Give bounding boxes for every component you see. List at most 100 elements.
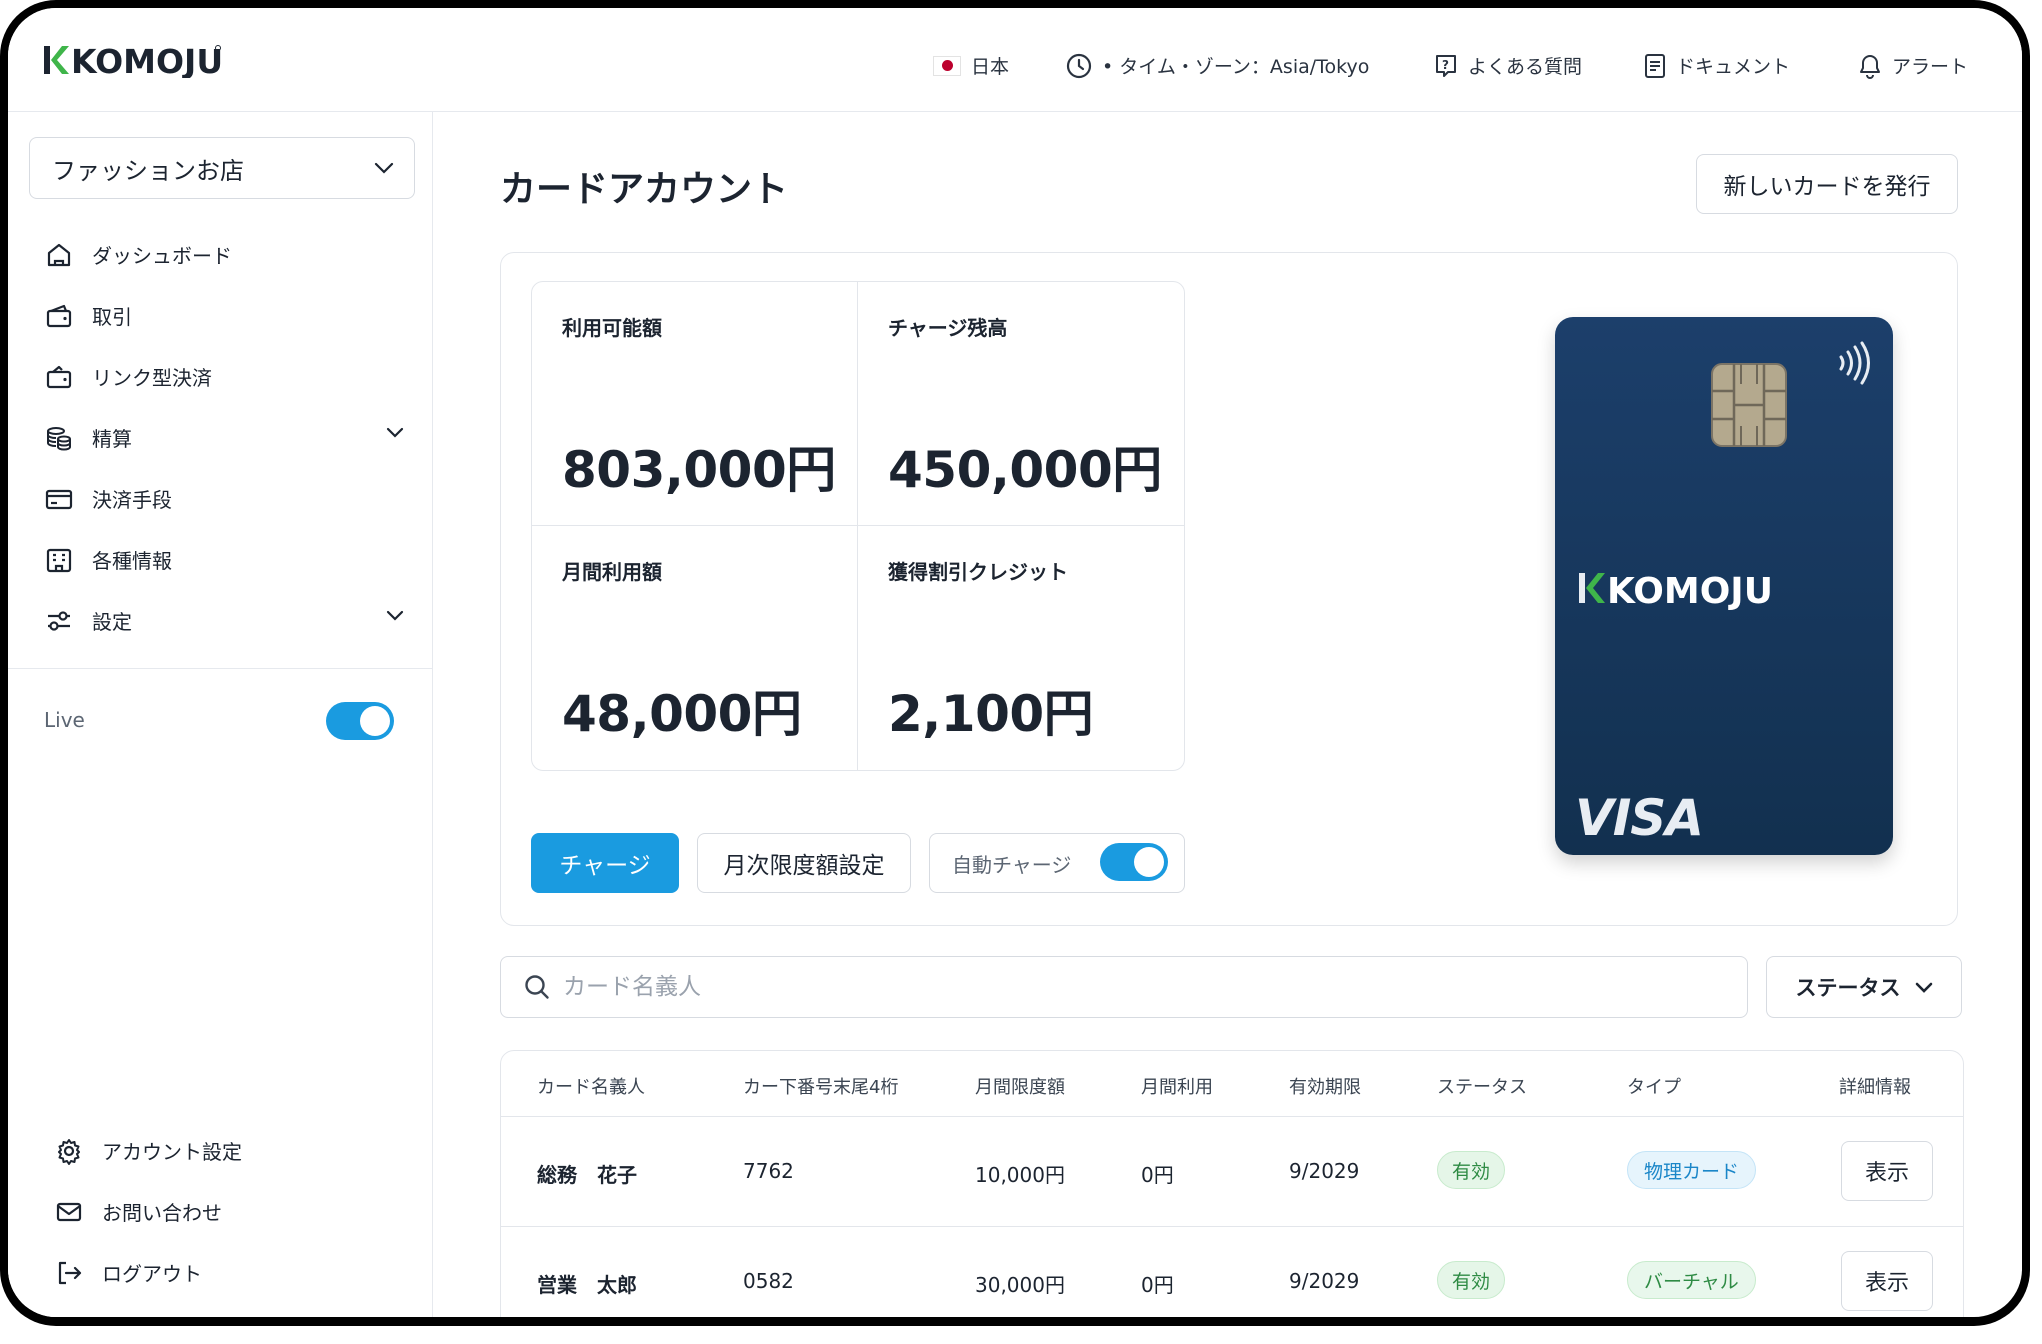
search-input[interactable]	[563, 974, 1663, 1000]
chevron-down-icon	[1915, 982, 1932, 993]
alerts-link[interactable]: アラート	[1858, 52, 1968, 79]
sidebar-item-label: アカウント設定	[102, 1140, 242, 1164]
column-header: 有効期限	[1289, 1077, 1361, 1098]
timezone-selector[interactable]: • タイム・ゾーン：Asia/Tokyo	[1066, 52, 1369, 79]
column-header: タイプ	[1627, 1077, 1681, 1098]
cell-used: 0円	[1141, 1273, 1174, 1297]
column-header: 月間限度額	[975, 1077, 1065, 1098]
faq-link[interactable]: ? よくある質問	[1434, 52, 1582, 79]
search-icon	[525, 975, 549, 999]
show-details-button[interactable]: 表示	[1841, 1251, 1933, 1311]
credit-card-icon	[44, 484, 74, 514]
sidebar-item-label: 決済手段	[92, 488, 172, 512]
sidebar-item-label: ログアウト	[102, 1262, 202, 1286]
sidebar-item-label: 各種情報	[92, 549, 172, 573]
clock-icon	[1066, 53, 1092, 78]
table-row: 総務 花子 7762 10,000円 0円 9/2029 有効 物理カード 表示	[501, 1117, 1963, 1227]
alerts-label: アラート	[1892, 56, 1969, 78]
visa-logo: VISA	[1575, 789, 1704, 847]
faq-label: よくある質問	[1468, 56, 1583, 78]
stat-value: 803,000円	[562, 441, 836, 499]
chevron-down-icon	[386, 427, 404, 438]
logout-icon	[54, 1258, 84, 1288]
stat-value: 48,000円	[562, 685, 802, 743]
live-mode-toggle[interactable]	[326, 702, 394, 740]
issue-card-button[interactable]: 新しいカードを発行	[1696, 154, 1958, 214]
coins-icon	[44, 423, 74, 453]
sidebar-item-settings[interactable]: 設定	[44, 590, 404, 651]
cell-expiry: 9/2029	[1289, 1269, 1360, 1293]
sidebar-nav: ダッシュボード 取引 リンク型決済 精算 決済手段 各種情報 設定	[44, 224, 404, 651]
sidebar-item-label: 精算	[92, 427, 132, 451]
stat-label: 獲得割引クレジット	[888, 560, 1068, 584]
docs-link[interactable]: ドキュメント	[1644, 52, 1790, 79]
sidebar-bottom-nav: アカウント設定 お問い合わせ ログアウト	[54, 1120, 242, 1303]
document-icon	[1645, 53, 1665, 78]
table-header: カード名義人 カー下番号末尾4桁 月間限度額 月間利用 有効期限 ステータス タ…	[501, 1051, 1963, 1117]
card-logo-text: KOMOJU	[1607, 571, 1773, 611]
stat-discount-credit: 獲得割引クレジット 2,100円	[858, 526, 1184, 770]
wallet-icon	[44, 301, 74, 331]
show-details-button[interactable]: 表示	[1841, 1141, 1933, 1201]
cell-cardholder: 総務 花子	[537, 1163, 637, 1187]
docs-label: ドキュメント	[1676, 56, 1791, 78]
main-content: カードアカウント 新しいカードを発行 利用可能額 803,000円 チャージ残高…	[434, 112, 2022, 1317]
country-selector[interactable]: 日本	[933, 52, 1009, 79]
column-header: カード名義人	[537, 1077, 645, 1098]
stat-value: 450,000円	[888, 441, 1162, 499]
column-header: 月間利用	[1141, 1077, 1213, 1098]
top-bar: KOMOJU 日本 • タイム・ゾーン：Asia/Tokyo ? よくある質問 …	[8, 8, 2022, 112]
column-header: 詳細情報	[1839, 1077, 1911, 1098]
card-komoju-logo: KOMOJU	[1579, 571, 1773, 611]
sidebar-item-label: お問い合わせ	[102, 1201, 222, 1225]
mail-icon	[54, 1197, 84, 1227]
sidebar-item-dashboard[interactable]: ダッシュボード	[44, 224, 404, 285]
sidebar-item-label: 設定	[92, 610, 132, 634]
contactless-icon	[1839, 341, 1870, 385]
timezone-label: • タイム・ゾーン：Asia/Tokyo	[1102, 56, 1370, 78]
logo-text: KOMOJU	[71, 42, 222, 78]
sidebar-item-settlement[interactable]: 精算	[44, 407, 404, 468]
status-badge: 有効	[1437, 1261, 1506, 1299]
wallet-link-icon	[44, 362, 74, 392]
sidebar-item-logout[interactable]: ログアウト	[54, 1242, 242, 1303]
charge-button[interactable]: チャージ	[531, 833, 679, 893]
column-header: カー下番号末尾4桁	[743, 1077, 899, 1098]
sidebar-item-label: ダッシュボード	[92, 244, 232, 268]
stat-label: 月間利用額	[562, 560, 662, 584]
auto-charge-toggle[interactable]	[1100, 843, 1168, 881]
gear-icon	[54, 1136, 84, 1166]
cell-limit: 30,000円	[975, 1273, 1065, 1297]
card-image: KOMOJU VISA	[1555, 317, 1893, 855]
cell-last4: 0582	[743, 1269, 794, 1293]
table-row: 営業 太郎 0582 30,000円 0円 9/2029 有効 バーチャル 表示	[501, 1227, 1963, 1317]
live-mode-label: Live	[44, 708, 85, 732]
svg-text:?: ?	[1442, 58, 1449, 72]
japan-flag-icon	[933, 55, 961, 76]
building-icon	[44, 545, 74, 575]
status-filter-label: ステータス	[1795, 976, 1901, 1000]
sidebar-item-contact[interactable]: お問い合わせ	[54, 1181, 242, 1242]
cards-table: カード名義人 カー下番号末尾4桁 月間限度額 月間利用 有効期限 ステータス タ…	[500, 1050, 1964, 1317]
chevron-down-icon	[374, 162, 394, 174]
sidebar-item-account-settings[interactable]: アカウント設定	[54, 1120, 242, 1181]
sidebar-item-payment-links[interactable]: リンク型決済	[44, 346, 404, 407]
status-filter-dropdown[interactable]: ステータス	[1766, 956, 1962, 1018]
home-icon	[44, 240, 74, 270]
type-badge: 物理カード	[1627, 1151, 1757, 1189]
sidebar-item-payment-methods[interactable]: 決済手段	[44, 468, 404, 529]
auto-charge-label: 自動チャージ	[952, 852, 1072, 877]
shop-selector[interactable]: ファッションお店	[29, 137, 415, 199]
status-badge: 有効	[1437, 1151, 1506, 1189]
stat-charge-balance: チャージ残高 450,000円	[858, 282, 1184, 526]
card-account-panel: 利用可能額 803,000円 チャージ残高 450,000円 月間利用額 48,…	[500, 252, 1958, 926]
stat-available-amount: 利用可能額 803,000円	[532, 282, 858, 526]
stats-grid: 利用可能額 803,000円 チャージ残高 450,000円 月間利用額 48,…	[531, 281, 1185, 771]
auto-charge-control: 自動チャージ	[929, 833, 1185, 893]
shop-selector-value: ファッションお店	[52, 156, 244, 185]
sidebar-item-info[interactable]: 各種情報	[44, 529, 404, 590]
monthly-limit-button[interactable]: 月次限度額設定	[697, 833, 911, 893]
sidebar-item-transactions[interactable]: 取引	[44, 285, 404, 346]
cell-cardholder: 営業 太郎	[537, 1273, 637, 1297]
komoju-logo[interactable]: KOMOJU	[42, 42, 222, 82]
